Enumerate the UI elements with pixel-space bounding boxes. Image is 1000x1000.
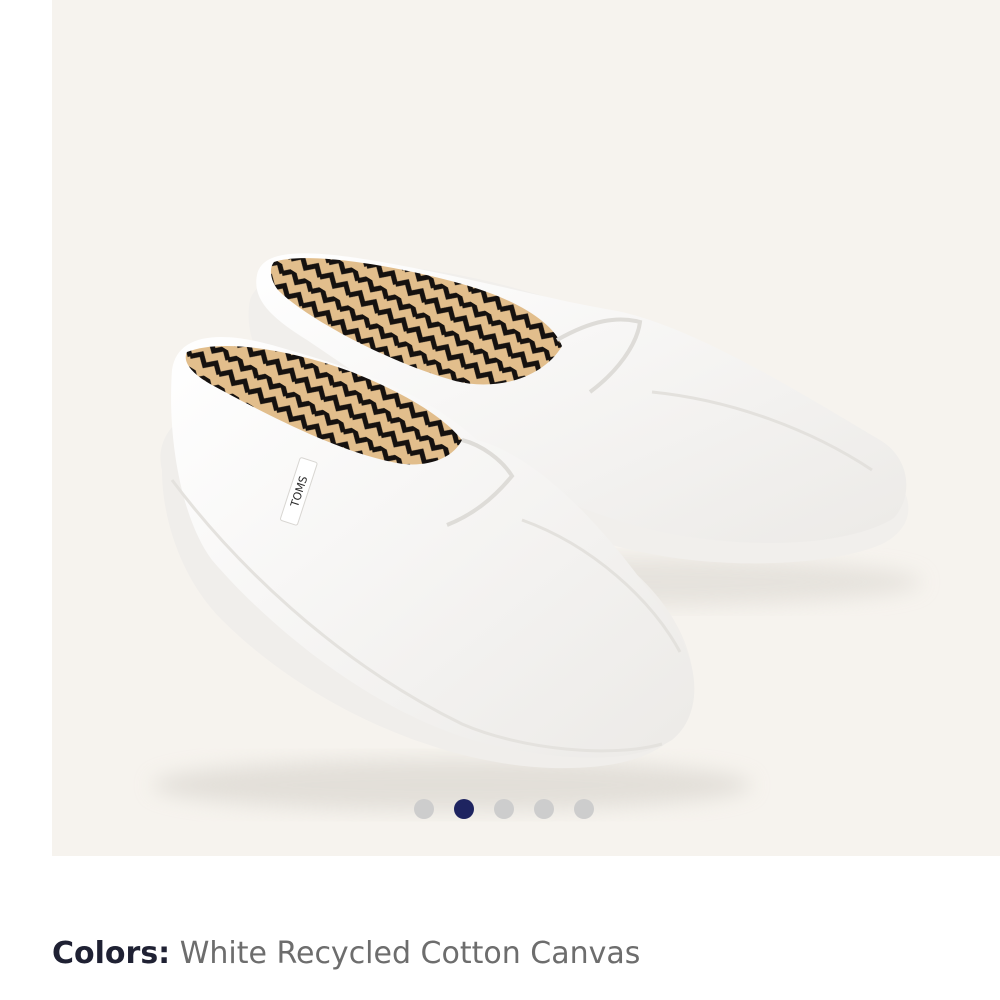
product-image-gallery[interactable]: TOMS [52,0,1000,856]
carousel-dot-5[interactable] [574,799,594,819]
carousel-dot-2-active[interactable] [454,799,474,819]
colors-label: Colors: [52,936,171,971]
carousel-dot-3[interactable] [494,799,514,819]
colors-value: White Recycled Cotton Canvas [179,936,641,971]
carousel-dot-4[interactable] [534,799,554,819]
product-page: TOMS Colors: White Recycled Cotton Canva… [0,0,1000,1000]
carousel-dot-1[interactable] [414,799,434,819]
product-image[interactable]: TOMS [52,0,1000,856]
carousel-pagination [52,798,1000,820]
color-selection: Colors: White Recycled Cotton Canvas [52,934,640,974]
